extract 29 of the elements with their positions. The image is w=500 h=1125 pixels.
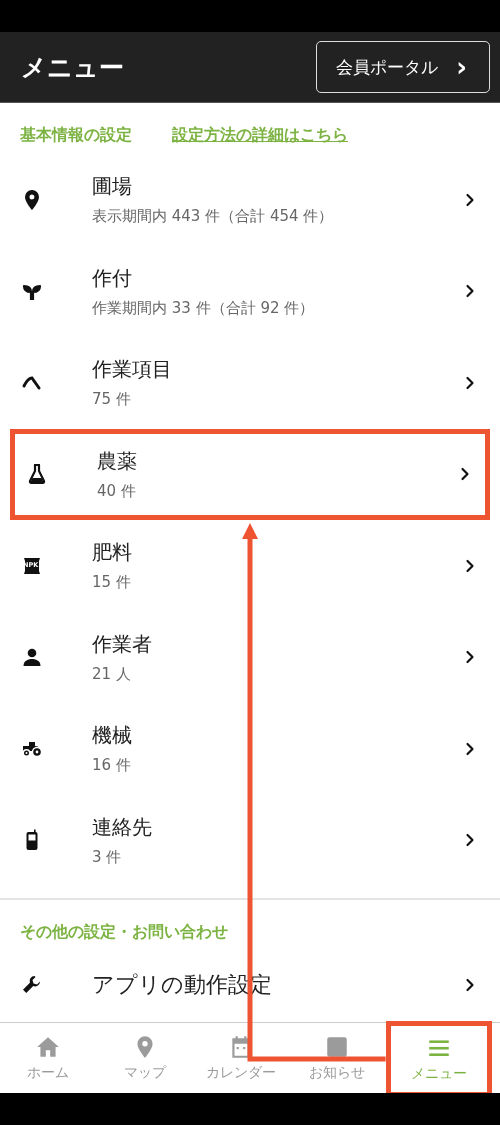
portal-button[interactable]: 会員ポータル ›: [316, 41, 490, 93]
item-count: 21 人: [92, 664, 132, 684]
section-title: その他の設定・お問い合わせ: [20, 922, 228, 941]
menu-item[interactable]: 農薬 40 件: [10, 428, 490, 520]
item-title: 圃場: [92, 173, 133, 201]
item-title: 作業者: [92, 630, 153, 658]
section-title: 基本情報の設定: [20, 125, 132, 146]
item-count: 表示期間内 443 件（合計 454 件）: [92, 207, 335, 227]
item-count: 75 件: [92, 390, 132, 410]
menu-item[interactable]: 連絡先 3 件: [0, 794, 500, 886]
item-count: 16 件: [92, 756, 132, 776]
screen-title: メニュー: [21, 51, 124, 84]
item-title: 農薬: [97, 447, 138, 475]
menu-item[interactable]: 圃場 表示期間内 443 件（合計 454 件）: [0, 154, 500, 246]
item-count: 作業期間内 33 件（合計 92 件）: [92, 298, 316, 318]
menu-item[interactable]: 作業項目 75 件: [0, 337, 500, 429]
menu-item[interactable]: 機械 16 件: [0, 703, 500, 795]
item-title: アプリの動作設定: [92, 971, 273, 999]
item-count: 3 件: [92, 847, 123, 867]
menu-item[interactable]: 作業者 21 人: [0, 611, 500, 703]
menu-item[interactable]: 作付 作業期間内 33 件（合計 92 件）: [0, 245, 500, 337]
item-title: 肥料: [92, 539, 133, 567]
item-count: 15 件: [92, 573, 132, 593]
item-title: 機械: [92, 722, 133, 750]
menu-item[interactable]: アプリの動作設定: [0, 951, 500, 1019]
item-count: 40 件: [97, 481, 137, 501]
item-title: 作業項目: [92, 356, 173, 384]
item-title: 作付: [92, 264, 133, 292]
item-title: 連絡先: [92, 813, 153, 841]
